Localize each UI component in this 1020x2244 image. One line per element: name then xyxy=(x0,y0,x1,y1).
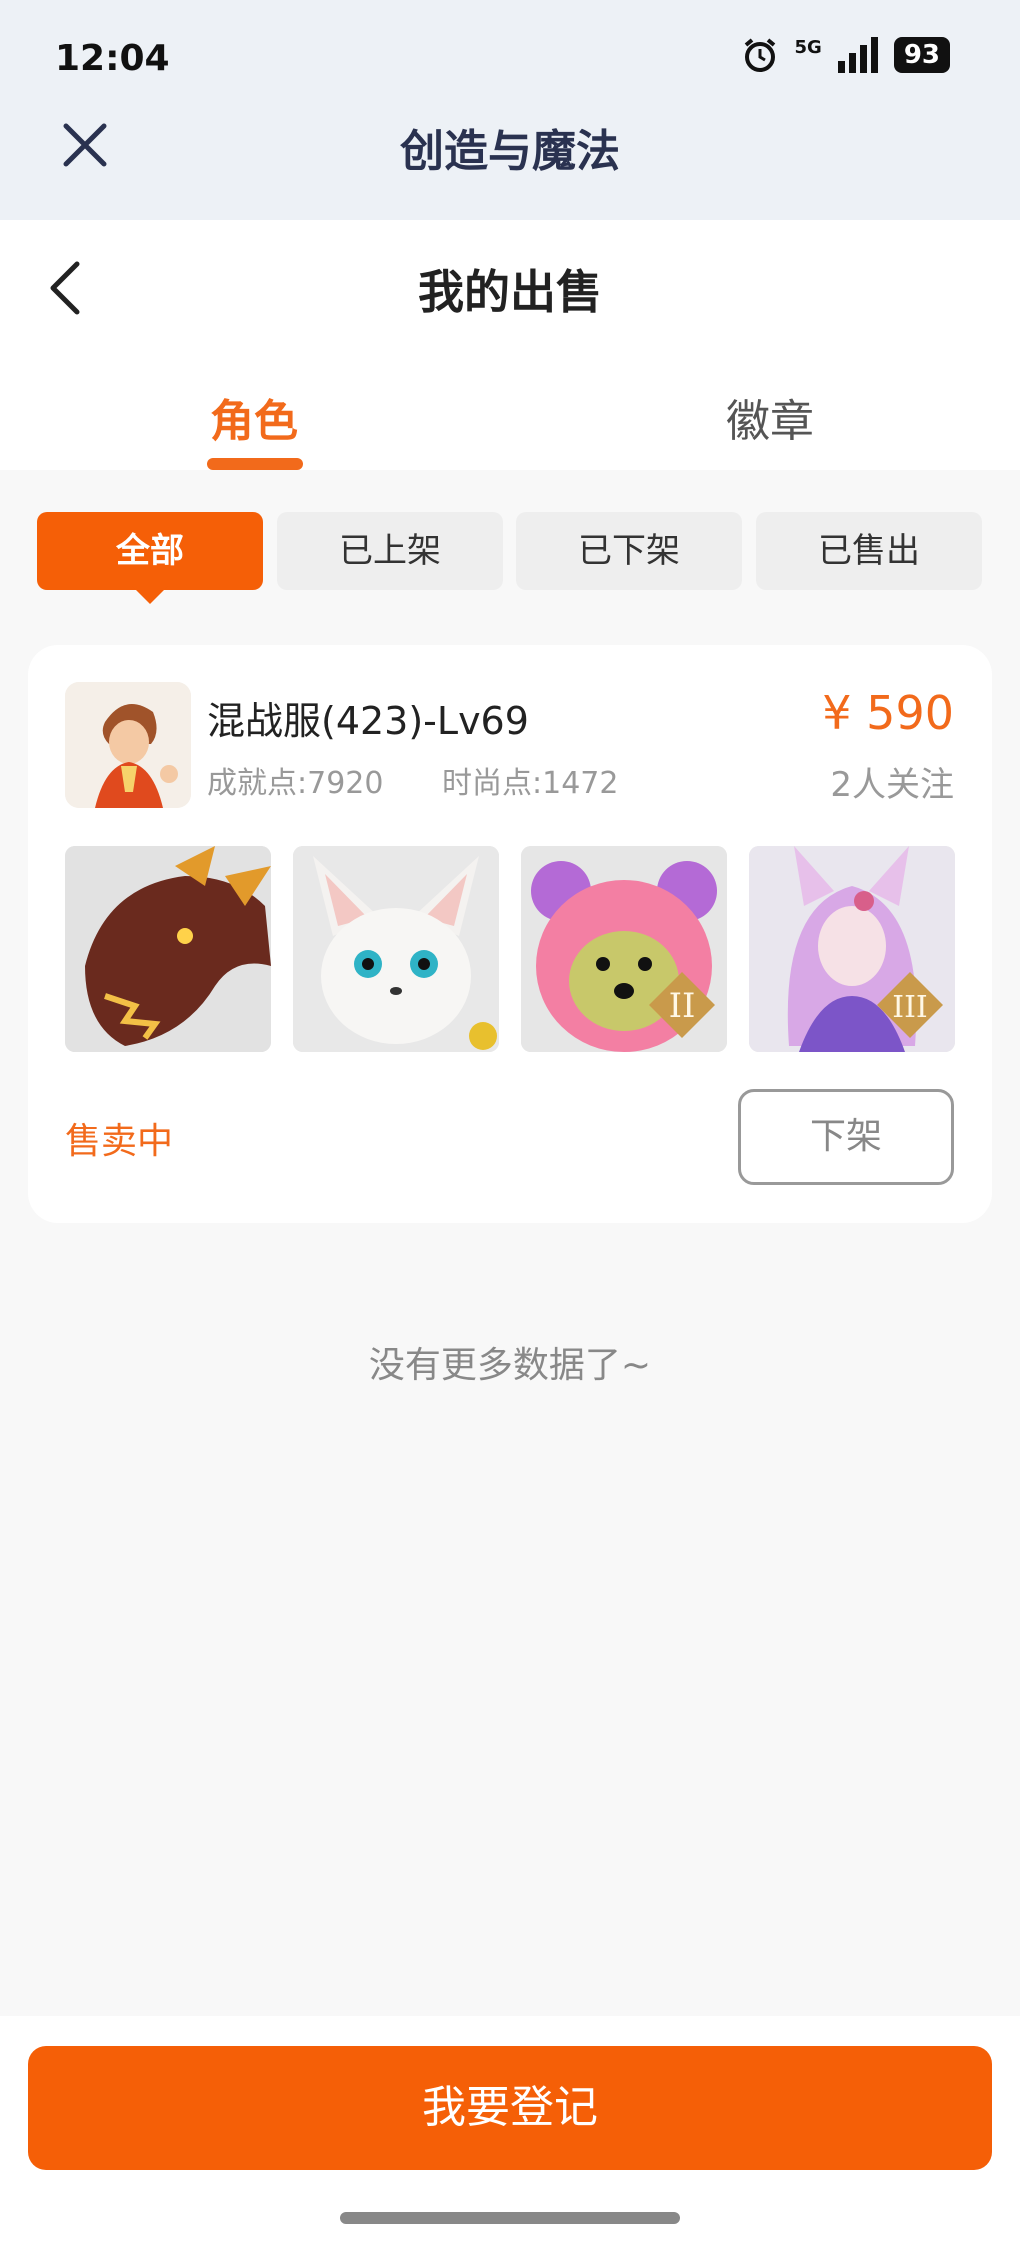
app-title: 创造与魔法 xyxy=(400,126,620,177)
fashion-points: 时尚点:1472 xyxy=(442,766,619,801)
active-tab-indicator xyxy=(207,458,303,470)
tier-badge-icon: II xyxy=(649,972,715,1038)
character-avatar xyxy=(65,682,191,808)
signal-icon xyxy=(837,37,878,73)
character-avatar-icon xyxy=(65,682,191,808)
register-button[interactable]: 我要登记 xyxy=(28,2046,992,2170)
achievement-points: 成就点:7920 xyxy=(207,766,384,801)
listing-price: ¥ 590 xyxy=(822,686,954,740)
page-title: 我的出售 xyxy=(418,265,602,319)
character-name: 混战服(423)-Lv69 xyxy=(207,699,529,743)
active-filter-pointer xyxy=(132,586,168,604)
alarm-icon xyxy=(744,38,775,72)
svg-text:III: III xyxy=(892,990,928,1025)
tier-badge-icon: III xyxy=(877,972,943,1038)
status-time: 12:04 xyxy=(55,38,170,79)
filter-all[interactable]: 全部 xyxy=(37,512,263,590)
home-indicator[interactable] xyxy=(340,2212,680,2224)
item-thumbnail[interactable] xyxy=(65,846,271,1052)
delist-button[interactable]: 下架 xyxy=(738,1089,954,1185)
filter-listed[interactable]: 已上架 xyxy=(277,512,503,590)
no-more-data-text: 没有更多数据了~ xyxy=(368,1345,652,1386)
battery-indicator: 93 xyxy=(893,37,950,73)
white-fox-pet-icon xyxy=(293,846,499,1052)
filter-delisted[interactable]: 已下架 xyxy=(516,512,742,590)
item-thumbnail[interactable]: III xyxy=(749,846,955,1052)
network-label: 5G xyxy=(794,36,822,58)
dragon-mount-icon xyxy=(65,846,271,1052)
status-icons: 5G 93 xyxy=(741,36,950,74)
follower-count: 2人关注 xyxy=(830,765,954,805)
sale-status: 售卖中 xyxy=(65,1121,174,1162)
filter-sold[interactable]: 已售出 xyxy=(756,512,982,590)
tab-badge[interactable]: 徽章 xyxy=(726,385,814,449)
svg-text:II: II xyxy=(669,986,696,1026)
item-thumbnail[interactable]: II xyxy=(521,846,727,1052)
tab-role[interactable]: 角色 xyxy=(210,385,298,449)
item-thumbnail[interactable] xyxy=(293,846,499,1052)
